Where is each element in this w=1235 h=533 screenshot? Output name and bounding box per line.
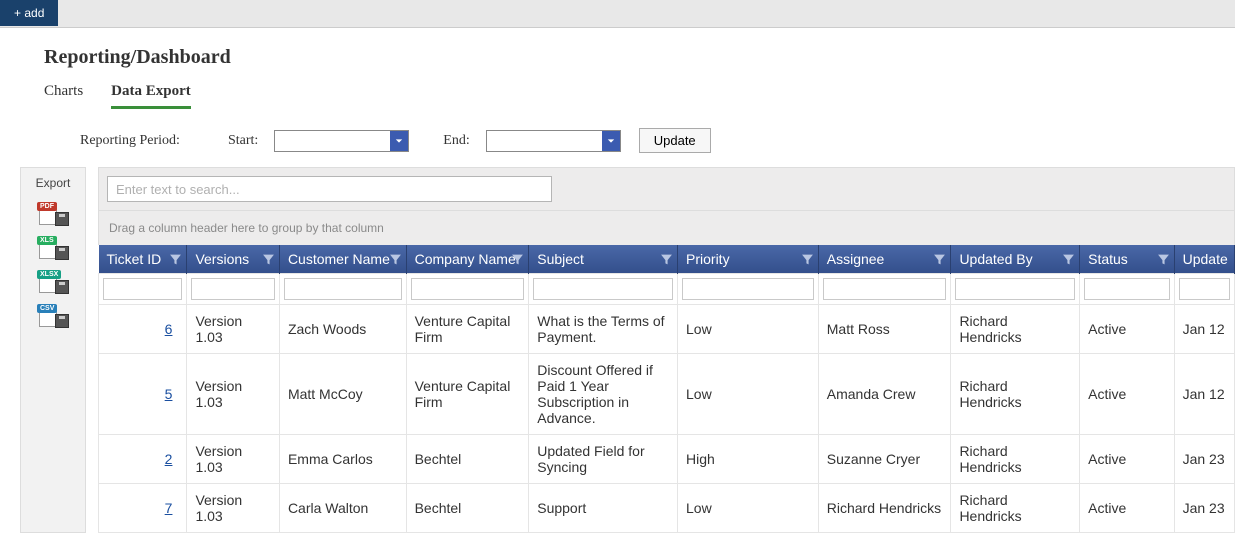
end-date-select[interactable] — [486, 130, 621, 152]
ticket-link[interactable]: 5 — [107, 386, 178, 402]
filter-updated[interactable] — [1179, 278, 1230, 300]
col-header-status[interactable]: Status — [1080, 245, 1174, 274]
filter-subject[interactable] — [533, 278, 673, 300]
col-header-ticket-id[interactable]: Ticket ID — [99, 245, 187, 274]
cell-priority: Low — [678, 484, 819, 533]
cell-subject: What is the Terms of Payment. — [529, 305, 678, 354]
filter-customer[interactable] — [284, 278, 402, 300]
chevron-down-icon — [602, 131, 620, 151]
filter-icon[interactable] — [169, 253, 182, 266]
filter-icon[interactable] — [1062, 253, 1075, 266]
cell-customer: Carla Walton — [279, 484, 406, 533]
column-filter-row — [99, 274, 1235, 305]
cell-company: Venture Capital Firm — [406, 305, 529, 354]
start-date-select[interactable] — [274, 130, 409, 152]
filter-icon[interactable] — [660, 253, 673, 266]
filter-icon[interactable] — [262, 253, 275, 266]
filter-company[interactable] — [411, 278, 525, 300]
cell-updated: Jan 12 — [1174, 305, 1234, 354]
cell-company: Bechtel — [406, 435, 529, 484]
cell-updated: Jan 23 — [1174, 435, 1234, 484]
ticket-link[interactable]: 6 — [107, 321, 178, 337]
chevron-down-icon — [390, 131, 408, 151]
table-row: 6 Version 1.03 Zach Woods Venture Capita… — [99, 305, 1235, 354]
cell-updated-by: Richard Hendricks — [951, 484, 1080, 533]
group-by-hint[interactable]: Drag a column header here to group by th… — [98, 211, 1235, 245]
cell-company: Venture Capital Firm — [406, 354, 529, 435]
export-pdf-button[interactable]: PDF — [37, 202, 69, 226]
data-grid: Ticket ID Versions Customer Name Company… — [98, 245, 1235, 533]
export-csv-button[interactable]: CSV — [37, 304, 69, 328]
start-label: Start: — [228, 133, 258, 149]
col-header-versions[interactable]: Versions — [187, 245, 279, 274]
cell-updated: Jan 12 — [1174, 354, 1234, 435]
cell-customer: Matt McCoy — [279, 354, 406, 435]
search-wrap — [98, 167, 1235, 211]
cell-subject: Updated Field for Syncing — [529, 435, 678, 484]
cell-assignee: Richard Hendricks — [818, 484, 951, 533]
cell-updated-by: Richard Hendricks — [951, 354, 1080, 435]
cell-status: Active — [1080, 484, 1174, 533]
cell-version: Version 1.03 — [187, 435, 279, 484]
filter-icon[interactable] — [389, 253, 402, 266]
filter-icon[interactable] — [1157, 253, 1170, 266]
cell-assignee: Matt Ross — [818, 305, 951, 354]
tab-data-export[interactable]: Data Export — [111, 79, 191, 109]
export-panel: Export PDF XLS XLSX CSV — [20, 167, 86, 533]
col-header-subject[interactable]: Subject — [529, 245, 678, 274]
add-tab-button[interactable]: + add — [0, 0, 58, 26]
cell-customer: Zach Woods — [279, 305, 406, 354]
cell-updated-by: Richard Hendricks — [951, 305, 1080, 354]
cell-updated: Jan 23 — [1174, 484, 1234, 533]
table-row: 5 Version 1.03 Matt McCoy Venture Capita… — [99, 354, 1235, 435]
cell-subject: Discount Offered if Paid 1 Year Subscrip… — [529, 354, 678, 435]
cell-company: Bechtel — [406, 484, 529, 533]
reporting-period-filter: Reporting Period: Start: End: Update — [20, 110, 1235, 167]
cell-status: Active — [1080, 435, 1174, 484]
top-bar: + add — [0, 0, 1235, 28]
cell-version: Version 1.03 — [187, 354, 279, 435]
filter-icon[interactable] — [511, 253, 524, 266]
export-label: Export — [36, 176, 71, 190]
update-button[interactable]: Update — [639, 128, 711, 153]
table-row: 7 Version 1.03 Carla Walton Bechtel Supp… — [99, 484, 1235, 533]
export-xls-button[interactable]: XLS — [37, 236, 69, 260]
tab-charts[interactable]: Charts — [44, 79, 83, 109]
filter-updated-by[interactable] — [955, 278, 1075, 300]
cell-customer: Emma Carlos — [279, 435, 406, 484]
filter-ticket-id[interactable] — [103, 278, 182, 300]
cell-priority: Low — [678, 305, 819, 354]
reporting-period-label: Reporting Period: — [80, 133, 180, 149]
cell-priority: High — [678, 435, 819, 484]
cell-status: Active — [1080, 354, 1174, 435]
cell-priority: Low — [678, 354, 819, 435]
export-xlsx-button[interactable]: XLSX — [37, 270, 69, 294]
search-input[interactable] — [107, 176, 552, 202]
ticket-link[interactable]: 2 — [107, 451, 178, 467]
col-header-customer[interactable]: Customer Name — [279, 245, 406, 274]
filter-icon[interactable] — [801, 253, 814, 266]
cell-assignee: Suzanne Cryer — [818, 435, 951, 484]
col-header-updated[interactable]: Update — [1174, 245, 1234, 274]
cell-status: Active — [1080, 305, 1174, 354]
tabs: Charts Data Export — [20, 79, 1235, 110]
filter-versions[interactable] — [191, 278, 274, 300]
cell-version: Version 1.03 — [187, 305, 279, 354]
col-header-company[interactable]: Company Name — [406, 245, 529, 274]
table-row: 2 Version 1.03 Emma Carlos Bechtel Updat… — [99, 435, 1235, 484]
page-title: Reporting/Dashboard — [20, 28, 1235, 79]
cell-subject: Support — [529, 484, 678, 533]
end-label: End: — [443, 133, 469, 149]
col-header-priority[interactable]: Priority — [678, 245, 819, 274]
col-header-assignee[interactable]: Assignee — [818, 245, 951, 274]
col-header-updated-by[interactable]: Updated By — [951, 245, 1080, 274]
ticket-link[interactable]: 7 — [107, 500, 178, 516]
filter-priority[interactable] — [682, 278, 814, 300]
cell-assignee: Amanda Crew — [818, 354, 951, 435]
filter-status[interactable] — [1084, 278, 1169, 300]
cell-updated-by: Richard Hendricks — [951, 435, 1080, 484]
filter-assignee[interactable] — [823, 278, 947, 300]
cell-version: Version 1.03 — [187, 484, 279, 533]
filter-icon[interactable] — [933, 253, 946, 266]
